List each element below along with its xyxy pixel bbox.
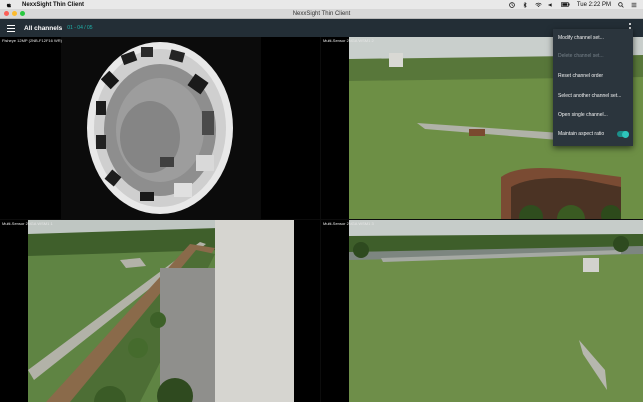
menu-delete-channel-set: Delete channel set... [558,53,604,59]
channel-set-menu: Modify channel set... Delete channel set… [553,29,633,146]
menu-maintain-aspect-ratio[interactable]: Maintain aspect ratio [558,131,604,137]
wifi-icon[interactable] [535,2,542,8]
bluetooth-icon[interactable] [522,1,528,8]
video-tile-fisheye[interactable]: Fisheye 12MP (2NB-F12F16 WR) [0,37,320,219]
menu-modify-channel-set[interactable]: Modify channel set... [558,35,604,41]
volume-icon[interactable] [548,2,554,8]
apple-icon[interactable] [6,2,12,8]
sync-icon[interactable] [509,1,515,8]
video-tile-multisensor-3[interactable]: Multi-Sensor 2NGA WSM1 3 [321,220,643,402]
menu-reset-channel-order[interactable]: Reset channel order [558,73,603,79]
window-titlebar[interactable]: NexxSight Thin Client [0,9,643,19]
hamburger-menu-icon[interactable] [7,24,15,32]
aspect-ratio-toggle[interactable] [617,130,629,138]
window-title: NexxSight Thin Client [292,11,351,17]
spotlight-search-icon[interactable] [618,1,624,8]
tile-label: Multi-Sensor 2NGA WSM1 2 [323,38,374,43]
menu-select-another-channel-set[interactable]: Select another channel set... [558,93,621,99]
tile-label: Multi-Sensor 2NGA WSM1 1 [2,221,53,226]
fisheye-video-frame [0,37,320,219]
video-tile-multisensor-1[interactable]: Multi-Sensor 2NGA WSM1 1 [0,220,320,402]
app-header: All channels 01 - 04 / 05 [0,19,643,37]
app-menu-name[interactable]: NexxSight Thin Client [22,2,84,8]
video-frame-1 [0,220,320,402]
menubar-status-area: Tue 2:22 PM [509,1,637,8]
tile-label: Multi-Sensor 2NGA WSM1 3 [323,221,374,226]
video-frame-3 [321,220,643,402]
tile-label: Fisheye 12MP (2NB-F12F16 WR) [2,38,62,43]
system-menubar: NexxSight Thin Client Tue 2:22 PM [0,0,643,9]
menubar-clock[interactable]: Tue 2:22 PM [577,2,611,8]
channel-range: 01 - 04 / 05 [67,25,93,31]
view-title: All channels [24,24,63,32]
battery-icon[interactable] [560,1,570,8]
notification-center-icon[interactable] [631,2,637,8]
menu-open-single-channel[interactable]: Open single channel... [558,112,608,118]
